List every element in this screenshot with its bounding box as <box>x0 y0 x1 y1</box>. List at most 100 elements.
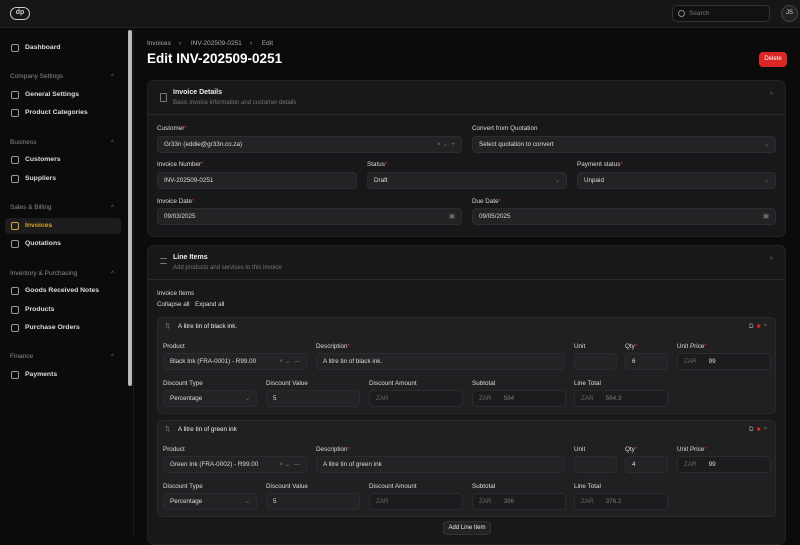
qty-label: Qty* <box>625 343 638 350</box>
card-header[interactable]: Invoice Details Basic invoice informatio… <box>148 81 785 115</box>
unit-price-label: Unit Price* <box>677 343 707 350</box>
trash-icon[interactable]: ■ <box>757 323 761 330</box>
product-select[interactable]: Black Ink (FRA-0001) - R99.00 × ⌄ — <box>163 353 307 370</box>
description-input[interactable]: A litre tin of black ink. <box>316 353 565 370</box>
calendar-icon[interactable]: ▣ <box>449 209 455 224</box>
top-bar: dp Search JS <box>0 0 800 28</box>
card-header[interactable]: Line Items Add products and services to … <box>148 246 785 280</box>
chevron-up-icon[interactable]: ^ <box>764 426 767 433</box>
list-icon <box>160 258 167 264</box>
invoice-date-input[interactable]: 09/03/2025 ▣ <box>157 208 462 225</box>
calendar-icon[interactable]: ▣ <box>763 209 769 224</box>
discount-value-input[interactable]: 5 <box>266 493 360 510</box>
sidebar-item-products[interactable]: Products <box>5 302 121 318</box>
unit-price-input[interactable]: ZAR 99 <box>677 456 771 473</box>
unit-input[interactable] <box>574 456 617 473</box>
chevron-right-icon: › <box>249 40 252 47</box>
sidebar-item-payments[interactable]: Payments <box>5 367 121 383</box>
invoice-number-input[interactable]: INV-202509-0251 <box>157 172 357 189</box>
clear-chevron-plus-icons[interactable]: × ⌄ + <box>437 137 455 152</box>
discount-type-select[interactable]: Percentage ⌄ <box>163 493 257 510</box>
unit-price-input[interactable]: ZAR 99 <box>677 353 771 370</box>
discount-value-input[interactable]: 5 <box>266 390 360 407</box>
chevron-up-icon[interactable]: ^ <box>770 257 773 264</box>
product-label: Product <box>163 343 185 350</box>
sidebar-item-suppliers[interactable]: Suppliers <box>5 171 121 187</box>
description-input[interactable]: A litre tin of green ink <box>316 456 565 473</box>
app-logo[interactable]: dp <box>10 7 30 20</box>
discount-type-select[interactable]: Percentage ⌄ <box>163 390 257 407</box>
sidebar-item-label: Dashboard <box>25 44 61 51</box>
search-icon <box>678 10 685 17</box>
sidebar-scrollbar[interactable] <box>128 30 132 386</box>
box-icon <box>11 306 19 314</box>
gear-icon <box>11 91 19 99</box>
duplicate-icon[interactable]: ⧉ <box>749 323 754 330</box>
chevron-up-icon[interactable]: ^ <box>770 92 773 99</box>
card-title: Line Items <box>173 254 208 261</box>
sidebar-item-quotations[interactable]: Quotations <box>5 236 121 252</box>
product-select[interactable]: Green Ink (FRA-0002) - R99.00 × ⌄ — <box>163 456 307 473</box>
line-item-header[interactable]: ⇅ A litre tin of black ink. ⧉ ■ ^ <box>158 318 775 336</box>
discount-amount-label: Discount Amount <box>369 380 417 387</box>
delete-button[interactable]: Delete <box>759 52 787 67</box>
quotation-select[interactable]: Select quotation to convert ⌄ <box>472 136 776 153</box>
qty-input[interactable]: 4 <box>625 456 668 473</box>
chevron-up-icon[interactable]: ^ <box>764 323 767 330</box>
file-icon <box>11 324 19 332</box>
sidebar-item-invoices[interactable]: Invoices <box>5 218 121 234</box>
sidebar-item-goods-received-notes[interactable]: Goods Received Notes <box>5 283 121 299</box>
chevron-up-icon: ^ <box>111 353 115 360</box>
customer-select[interactable]: Gr33n (eddie@gr33n.co.za) × ⌄ + <box>157 136 462 153</box>
invoice-date-label: Invoice Date* <box>157 198 195 205</box>
sidebar-item-purchase-orders[interactable]: Purchase Orders <box>5 320 121 336</box>
breadcrumb: Invoices › INV-202509-0251 › Edit <box>147 40 281 47</box>
qty-input[interactable]: 6 <box>625 353 668 370</box>
unit-price-label: Unit Price* <box>677 446 707 453</box>
section-sales-billing[interactable]: Sales & Billing ^ <box>10 204 114 211</box>
subtotal-label: Subtotal <box>472 483 496 490</box>
credit-card-icon <box>11 371 19 379</box>
sidebar-item-customers[interactable]: Customers <box>5 152 121 168</box>
due-date-input[interactable]: 09/05/2025 ▣ <box>472 208 776 225</box>
add-line-item-button[interactable]: Add Line Item <box>443 521 491 535</box>
section-business[interactable]: Business ^ <box>10 139 114 146</box>
truck-icon <box>11 287 19 295</box>
breadcrumb-invoices[interactable]: Invoices <box>147 40 171 47</box>
drag-handle-icon[interactable]: ⇅ <box>165 318 170 336</box>
line-total-field: ZAR 376.2 <box>574 493 668 510</box>
line-total-field: ZAR 564.3 <box>574 390 668 407</box>
line-item-header[interactable]: ⇅ A litre tin of green ink ⧉ ■ ^ <box>158 421 775 439</box>
duplicate-icon[interactable]: ⧉ <box>749 426 754 433</box>
qty-label: Qty* <box>625 446 638 453</box>
chevron-down-icon: ⌄ <box>554 177 560 184</box>
search-input[interactable]: Search <box>672 5 770 22</box>
due-date-label: Due Date* <box>472 198 502 205</box>
avatar[interactable]: JS <box>781 5 798 22</box>
status-select[interactable]: Draft ⌄ <box>367 172 567 189</box>
breadcrumb-invoice[interactable]: INV-202509-0251 <box>191 40 242 47</box>
sidebar-item-dashboard[interactable]: Dashboard <box>5 40 121 56</box>
description-label: Description* <box>316 343 350 350</box>
sidebar-item-product-categories[interactable]: Product Categories <box>5 105 121 121</box>
document-icon <box>160 93 167 102</box>
unit-input[interactable] <box>574 353 617 370</box>
card-subtitle: Add products and services to this invoic… <box>173 265 282 271</box>
discount-type-label: Discount Type <box>163 483 203 490</box>
search-placeholder: Search <box>689 10 710 17</box>
section-finance[interactable]: Finance ^ <box>10 353 114 360</box>
discount-type-label: Discount Type <box>163 380 203 387</box>
subtotal-field: ZAR 594 <box>472 390 566 407</box>
sidebar-item-general-settings[interactable]: General Settings <box>5 87 121 103</box>
section-inventory[interactable]: Inventory & Purchasing ^ <box>10 270 114 277</box>
files-icon <box>11 240 19 248</box>
chevron-up-icon: ^ <box>111 73 115 80</box>
card-subtitle: Basic invoice information and customer d… <box>173 100 297 106</box>
expand-all-button[interactable]: Expand all <box>195 301 224 308</box>
customer-label: Customer* <box>157 125 187 132</box>
section-company-settings[interactable]: Company Settings ^ <box>10 73 114 80</box>
payment-status-select[interactable]: Unpaid ⌄ <box>577 172 776 189</box>
collapse-all-button[interactable]: Collapse all <box>157 301 190 308</box>
trash-icon[interactable]: ■ <box>757 426 761 433</box>
drag-handle-icon[interactable]: ⇅ <box>165 421 170 439</box>
